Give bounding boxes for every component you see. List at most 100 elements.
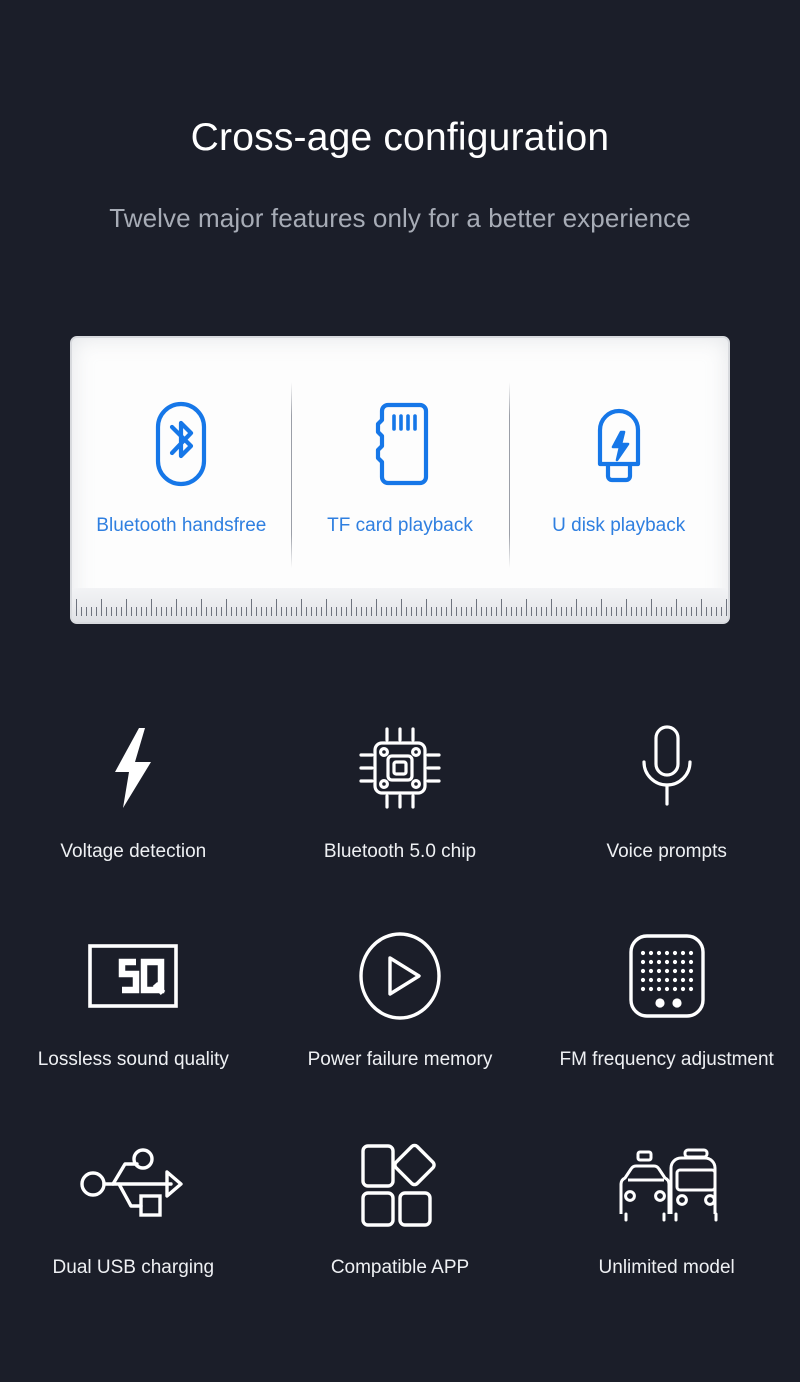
- ruler-tick: [301, 599, 302, 616]
- ruler-tick: [561, 607, 562, 616]
- ruler-tick: [211, 607, 212, 616]
- feature-item-power-failure-memory[interactable]: Power failure memory: [267, 908, 534, 1116]
- feature-item-label: Voice prompts: [606, 841, 727, 862]
- ruler-tick: [356, 607, 357, 616]
- ruler-tick: [666, 607, 667, 616]
- feature-item-compatible-app[interactable]: Compatible APP: [267, 1116, 534, 1324]
- ruler-tick: [91, 607, 92, 616]
- ruler-tick: [376, 599, 377, 616]
- ruler-tick: [266, 607, 267, 616]
- ruler-tick: [206, 607, 207, 616]
- card-item-tf-card-playback[interactable]: TF card playback: [290, 360, 510, 590]
- ruler-tick: [221, 607, 222, 616]
- ruler-tick: [401, 599, 402, 616]
- ruler-tick: [381, 607, 382, 616]
- ruler-tick: [486, 607, 487, 616]
- ruler-tick: [111, 607, 112, 616]
- feature-item-voltage-detection[interactable]: Voltage detection: [0, 700, 267, 908]
- ruler-tick: [271, 607, 272, 616]
- card-item-label: U disk playback: [552, 515, 686, 536]
- ruler-tick: [196, 607, 197, 616]
- ruler-tick: [396, 607, 397, 616]
- ruler-tick: [491, 607, 492, 616]
- ruler-tick: [681, 607, 682, 616]
- feature-item-label: Power failure memory: [307, 1049, 493, 1070]
- feature-item-label: Lossless sound quality: [37, 1049, 229, 1070]
- ruler-tick: [471, 607, 472, 616]
- feature-item-dual-usb-charging[interactable]: Dual USB charging: [0, 1116, 267, 1324]
- ruler-tick: [416, 607, 417, 616]
- ruler-tick: [636, 607, 637, 616]
- ruler-tick: [586, 607, 587, 616]
- ruler-tick: [161, 607, 162, 616]
- ruler-tick: [256, 607, 257, 616]
- ruler-tick: [446, 607, 447, 616]
- page-title: Cross-age configuration: [190, 116, 610, 159]
- feature-item-bluetooth-5-chip[interactable]: Bluetooth 5.0 chip: [267, 700, 534, 908]
- ruler-tick: [351, 599, 352, 616]
- feature-item-fm-frequency-adjustment[interactable]: FM frequency adjustment: [533, 908, 800, 1116]
- ruler-tick: [466, 607, 467, 616]
- card-item-u-disk-playback[interactable]: U disk playback: [509, 360, 728, 590]
- ruler-tick: [536, 607, 537, 616]
- ruler-tick: [296, 607, 297, 616]
- ruler-tick: [476, 599, 477, 616]
- ruler-tick: [676, 599, 677, 616]
- ruler-tick: [611, 607, 612, 616]
- highlight-card-columns: Bluetooth handsfree TF card playback U d…: [72, 338, 728, 590]
- card-item-bluetooth-handsfree[interactable]: Bluetooth handsfree: [72, 360, 291, 590]
- ruler-tick: [461, 607, 462, 616]
- ruler-tick: [596, 607, 597, 616]
- ruler-tick: [696, 607, 697, 616]
- ruler-tick: [371, 607, 372, 616]
- ruler-tick: [391, 607, 392, 616]
- ruler-tick: [316, 607, 317, 616]
- feature-item-unlimited-model[interactable]: Unlimited model: [533, 1116, 800, 1324]
- ruler-tick: [541, 607, 542, 616]
- ruler-tick: [246, 607, 247, 616]
- ruler-tick: [106, 607, 107, 616]
- feature-item-label: Voltage detection: [60, 841, 207, 862]
- feature-item-lossless-sound-quality[interactable]: Lossless sound quality: [0, 908, 267, 1116]
- ruler-tick: [166, 607, 167, 616]
- ruler-tick: [481, 607, 482, 616]
- radio-speaker-icon: [627, 924, 707, 1028]
- ruler-tick: [216, 607, 217, 616]
- ruler-tick: [311, 607, 312, 616]
- highlight-card: Bluetooth handsfree TF card playback U d…: [70, 336, 730, 624]
- chip-icon: [357, 716, 443, 820]
- ruler-tick: [331, 607, 332, 616]
- ruler-tick: [306, 607, 307, 616]
- ruler-tick: [121, 607, 122, 616]
- ruler-tick: [321, 607, 322, 616]
- ruler-tick: [706, 607, 707, 616]
- ruler-tick: [606, 607, 607, 616]
- ruler-tick: [581, 607, 582, 616]
- ruler-tick: [101, 599, 102, 616]
- ruler-tick: [116, 607, 117, 616]
- feature-item-voice-prompts[interactable]: Voice prompts: [533, 700, 800, 908]
- product-feature-page: Cross-age configuration Twelve major fea…: [0, 0, 800, 1382]
- ruler-tick: [641, 607, 642, 616]
- ruler-tick: [646, 607, 647, 616]
- ruler-tick: [411, 607, 412, 616]
- ruler-tick: [241, 607, 242, 616]
- ruler-tick: [701, 599, 702, 616]
- ruler-tick: [291, 607, 292, 616]
- feature-item-label: FM frequency adjustment: [559, 1049, 774, 1070]
- card-item-label: Bluetooth handsfree: [96, 515, 267, 536]
- ruler-tick: [96, 607, 97, 616]
- ruler-tick: [566, 607, 567, 616]
- ruler-tick: [276, 599, 277, 616]
- page-header: Cross-age configuration Twelve major fea…: [0, 0, 800, 231]
- ruler-tick: [126, 599, 127, 616]
- ruler-tick: [451, 599, 452, 616]
- ruler-tick: [441, 607, 442, 616]
- ruler-tick: [601, 599, 602, 616]
- ruler-tick: [421, 607, 422, 616]
- ruler-tick: [591, 607, 592, 616]
- ruler-tick: [326, 599, 327, 616]
- play-circle-icon: [357, 924, 443, 1028]
- ruler-tick: [516, 607, 517, 616]
- usb-drive-icon: [588, 392, 650, 496]
